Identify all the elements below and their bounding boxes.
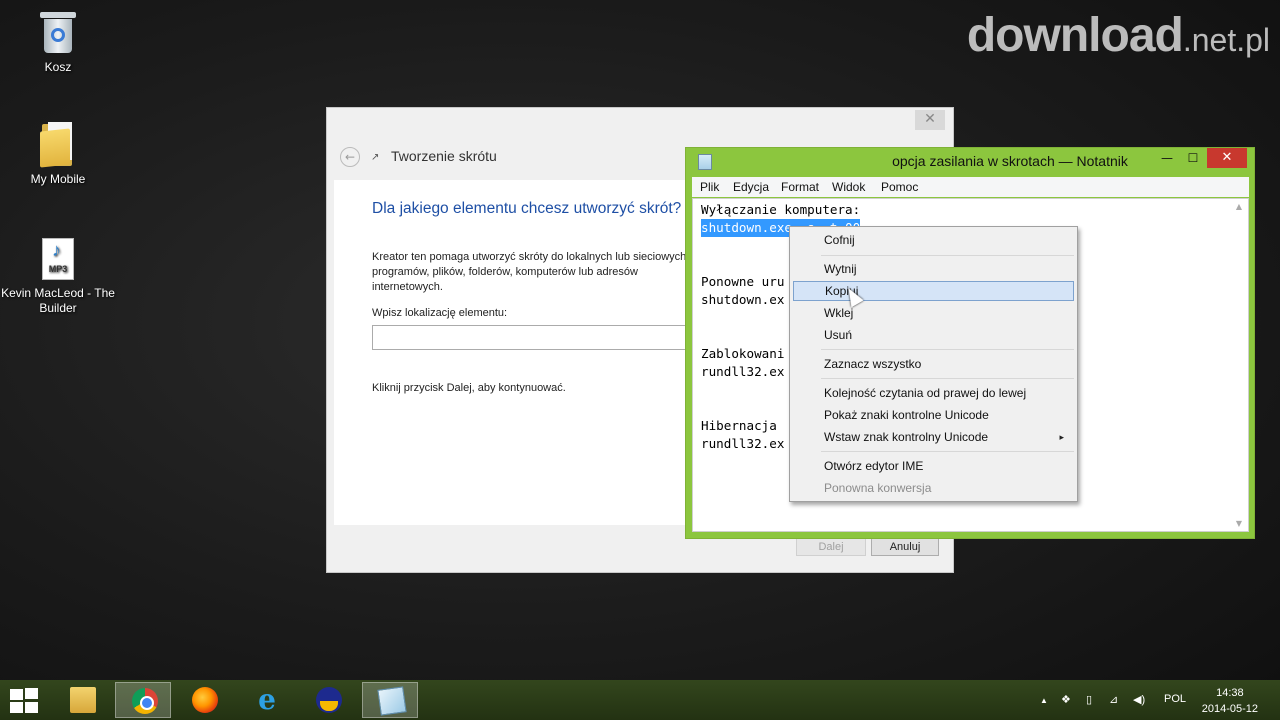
taskbar-audio-player[interactable] xyxy=(300,682,356,718)
internet-explorer-icon: e xyxy=(258,683,276,716)
menu-item-reconversion: Ponowna konwersja xyxy=(824,481,932,495)
close-button[interactable]: ✕ xyxy=(1207,148,1247,168)
menu-separator xyxy=(821,451,1074,452)
desktop-icon-my-mobile[interactable]: My Mobile xyxy=(0,120,116,187)
clock[interactable]: 14:38 2014-05-12 xyxy=(1202,685,1258,717)
submenu-arrow-icon: ▸ xyxy=(1059,432,1064,442)
menu-item-insert-unicode[interactable]: Wstaw znak kontrolny Unicode ▸ xyxy=(793,427,1074,447)
clock-date: 2014-05-12 xyxy=(1201,703,1258,715)
context-menu: Cofnij Wytnij Kopiuj Wklej Usuń Zaznacz … xyxy=(789,226,1078,502)
dropbox-icon[interactable]: ❖ xyxy=(1061,693,1071,706)
menu-item-edit[interactable]: Edycja xyxy=(733,180,769,194)
chrome-icon xyxy=(132,688,158,714)
wizard-hint: Kliknij przycisk Dalej, aby kontynuować. xyxy=(372,382,566,394)
text-line: rundll32.ex xyxy=(701,364,785,379)
taskbar-chrome[interactable] xyxy=(115,682,171,718)
menu-item-undo[interactable]: Cofnij xyxy=(793,230,1074,250)
watermark-logo: download.net.pl xyxy=(967,8,1270,68)
desktop-icon-mp3[interactable]: ♪ MP3 Kevin MacLeod - The Builder xyxy=(0,238,116,316)
clock-time: 14:38 xyxy=(1216,687,1244,699)
battery-icon[interactable]: ▯ xyxy=(1086,693,1092,706)
vertical-scrollbar[interactable]: ▲ ▼ xyxy=(1230,199,1248,531)
text-line: Ponowne uru xyxy=(701,274,785,289)
menu-item-select-all[interactable]: Zaznacz wszystko xyxy=(793,354,1074,374)
cancel-button[interactable]: Anuluj xyxy=(871,538,939,556)
maximize-button[interactable]: ☐ xyxy=(1180,148,1206,168)
menu-item-file[interactable]: Plik xyxy=(700,180,719,194)
menu-item-show-unicode[interactable]: Pokaż znaki kontrolne Unicode xyxy=(793,405,1074,425)
desktop-icon-recycle-bin[interactable]: Kosz xyxy=(0,10,116,75)
wizard-title: Tworzenie skrótu xyxy=(391,148,497,164)
menu-item-rtl-reading[interactable]: Kolejność czytania od prawej do lewej xyxy=(793,383,1074,403)
back-arrow-icon[interactable]: ← xyxy=(340,147,360,167)
menu-separator xyxy=(821,255,1074,256)
location-label: Wpisz lokalizację elementu: xyxy=(372,307,508,319)
taskbar-internet-explorer[interactable]: e xyxy=(238,682,294,718)
menu-item-label: Wstaw znak kontrolny Unicode xyxy=(824,430,989,444)
language-indicator[interactable]: POL xyxy=(1164,693,1186,705)
text-line: Hibernacja xyxy=(701,418,777,433)
wizard-question: Dla jakiego elementu chcesz utworzyć skr… xyxy=(372,200,682,217)
taskbar-firefox[interactable] xyxy=(176,682,232,718)
text-line: shutdown.ex xyxy=(701,292,785,307)
text-line: Wyłączanie komputera: xyxy=(701,202,861,217)
taskbar-notepad[interactable] xyxy=(362,682,418,718)
wizard-close-button[interactable]: ✕ xyxy=(915,110,945,130)
audio-player-icon xyxy=(316,687,342,713)
menu-item-paste[interactable]: Wklej xyxy=(793,303,1074,323)
menu-bar: Plik Edycja Format Widok Pomoc xyxy=(692,177,1249,197)
show-hidden-icons-button[interactable]: ▲ xyxy=(1040,696,1048,705)
menu-item-cut[interactable]: Wytnij xyxy=(793,259,1074,279)
taskbar-file-explorer[interactable] xyxy=(54,682,110,718)
network-icon[interactable]: ⊿ xyxy=(1109,693,1118,706)
next-button[interactable]: Dalej xyxy=(796,538,866,556)
watermark-tld: .net.pl xyxy=(1182,22,1270,58)
menu-separator xyxy=(821,349,1074,350)
recycle-bin-icon xyxy=(40,10,76,54)
start-button[interactable] xyxy=(8,688,40,714)
notepad-icon xyxy=(377,686,407,716)
desktop-icon-label: Kevin MacLeod - The Builder xyxy=(1,286,115,315)
desktop-icon-label: Kosz xyxy=(44,60,72,74)
watermark-brand: download xyxy=(966,9,1184,62)
wizard-description: Kreator ten pomaga utworzyć skróty do lo… xyxy=(372,251,687,293)
minimize-button[interactable]: — xyxy=(1154,148,1180,168)
menu-item-format[interactable]: Format xyxy=(781,180,819,194)
mp3-file-icon: ♪ MP3 xyxy=(42,238,74,280)
menu-item-open-ime[interactable]: Otwórz edytor IME xyxy=(793,456,1074,476)
scroll-up-icon[interactable]: ▲ xyxy=(1230,202,1248,211)
menu-separator xyxy=(821,378,1074,379)
scroll-down-icon[interactable]: ▼ xyxy=(1230,519,1248,528)
shortcut-icon: ↗ xyxy=(371,152,380,163)
text-line: Zablokowani xyxy=(701,346,785,361)
folder-icon xyxy=(40,120,76,168)
text-line: rundll32.ex xyxy=(701,436,785,451)
taskbar: e ▲ ❖ ▯ ⊿ ◀) POL 14:38 2014-05-12 xyxy=(0,680,1280,720)
firefox-icon xyxy=(192,687,218,713)
volume-icon[interactable]: ◀) xyxy=(1133,693,1145,706)
location-input[interactable] xyxy=(372,325,692,350)
desktop-icon-label: My Mobile xyxy=(30,172,86,186)
file-explorer-icon xyxy=(70,687,96,713)
menu-item-help[interactable]: Pomoc xyxy=(881,180,918,194)
menu-item-view[interactable]: Widok xyxy=(832,180,865,194)
menu-item-delete[interactable]: Usuń xyxy=(793,325,1074,345)
menu-item-copy[interactable]: Kopiuj xyxy=(793,281,1074,301)
